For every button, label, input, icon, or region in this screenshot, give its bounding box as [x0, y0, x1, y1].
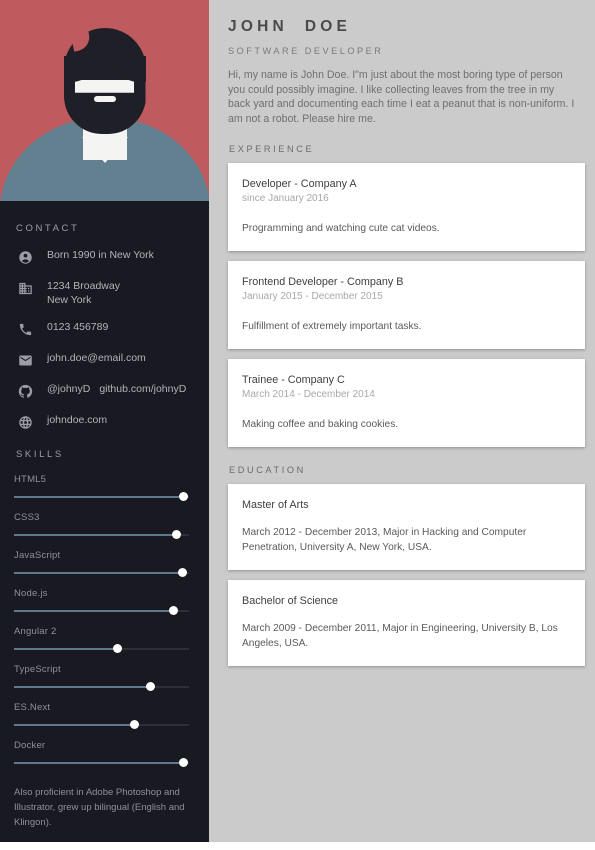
- contact-github-text: @johnyD github.com/johnyD: [47, 382, 186, 396]
- main-content: JOHN DOE SOFTWARE DEVELOPER Hi, my name …: [209, 0, 595, 842]
- globe-icon: [14, 413, 36, 431]
- contact-item-birth: Born 1990 in New York: [14, 248, 195, 266]
- sidebar: CONTACT Born 1990 in New York 1234 Broad…: [0, 0, 209, 842]
- avatar-bottom-strip: [0, 201, 209, 205]
- resume-page: CONTACT Born 1990 in New York 1234 Broad…: [0, 0, 595, 842]
- contact-item-website: johndoe.com: [14, 413, 195, 431]
- skill-item: Docker: [14, 740, 195, 767]
- skill-label: ES.Next: [14, 702, 51, 713]
- resume-card: Bachelor of Science March 2009 - December…: [228, 580, 585, 667]
- skill-slider[interactable]: [14, 720, 189, 729]
- sidebar-note: Also proficient in Adobe Photoshop and I…: [14, 787, 185, 828]
- skill-fill: [14, 534, 177, 536]
- building-icon: [14, 279, 36, 297]
- job-role: SOFTWARE DEVELOPER: [228, 46, 384, 56]
- avatar: [0, 0, 209, 205]
- skill-item: CSS3: [14, 512, 195, 539]
- skill-fill: [14, 686, 151, 688]
- contact-heading: CONTACT: [16, 223, 80, 234]
- skill-slider[interactable]: [14, 606, 189, 615]
- education-card-list: Master of Arts March 2012 - December 2013…: [228, 484, 585, 667]
- skill-slider[interactable]: [14, 492, 189, 501]
- experience-heading: EXPERIENCE: [229, 144, 315, 155]
- skill-slider[interactable]: [14, 644, 189, 653]
- skill-knob[interactable]: [130, 720, 140, 729]
- contact-list: Born 1990 in New York 1234 Broadway New …: [14, 248, 195, 431]
- card-title: Frontend Developer - Company B: [242, 276, 404, 289]
- skill-label: TypeScript: [14, 664, 61, 675]
- card-description: Programming and watching cute cat videos…: [242, 223, 440, 235]
- skill-label: CSS3: [14, 512, 40, 523]
- resume-card: Developer - Company A since January 2016 P…: [228, 163, 585, 252]
- skill-knob[interactable]: [179, 492, 189, 501]
- skill-label: Angular 2: [14, 626, 57, 637]
- skill-knob[interactable]: [177, 568, 187, 577]
- contact-item-github: @johnyD github.com/johnyD: [14, 382, 195, 400]
- skill-item: HTML5: [14, 474, 195, 501]
- skill-knob[interactable]: [146, 682, 155, 691]
- skill-knob[interactable]: [168, 606, 178, 615]
- card-description: Making coffee and baking cookies.: [242, 419, 399, 431]
- phone-icon: [14, 320, 36, 338]
- contact-email-text: john.doe@email.com: [47, 352, 146, 364]
- person-circle-icon: [14, 248, 36, 266]
- skill-item: Angular 2: [14, 626, 195, 653]
- skill-label: HTML5: [14, 474, 47, 485]
- skill-fill: [14, 610, 174, 612]
- card-title: Trainee - Company C: [242, 374, 345, 387]
- skill-slider[interactable]: [14, 758, 189, 767]
- contact-phone-text: 0123 456789: [47, 321, 109, 333]
- contact-address-text: 1234 Broadway New York: [47, 280, 120, 306]
- skill-fill: [14, 496, 184, 498]
- github-icon: [14, 382, 36, 400]
- skill-label: JavaScript: [14, 550, 61, 561]
- skill-label: Node.js: [14, 588, 48, 599]
- skill-fill: [14, 648, 118, 650]
- resume-card: Frontend Developer - Company B January 20…: [228, 261, 585, 350]
- card-title: Bachelor of Science: [242, 595, 339, 608]
- card-date: since January 2016: [242, 193, 329, 205]
- intro-paragraph: Hi, my name is John Doe. I"m just about …: [228, 69, 575, 125]
- card-description: March 2012 - December 2013, Major in Hac…: [242, 527, 527, 554]
- skill-label: Docker: [14, 740, 46, 751]
- avatar-collar-shape: [81, 137, 128, 163]
- skill-fill: [14, 762, 184, 764]
- envelope-icon: [14, 351, 36, 369]
- avatar-mouth-shape: [93, 96, 116, 102]
- skill-knob[interactable]: [112, 644, 122, 653]
- skill-item: Node.js: [14, 588, 195, 615]
- skill-item: ES.Next: [14, 702, 195, 729]
- github-url[interactable]: github.com/johnyD: [99, 382, 186, 396]
- skill-knob[interactable]: [179, 758, 189, 767]
- contact-item-phone: 0123 456789: [14, 320, 195, 338]
- card-description: Fulfillment of extremely important tasks…: [242, 321, 422, 333]
- skill-fill: [14, 572, 182, 574]
- skill-fill: [14, 724, 135, 726]
- contact-item-address: 1234 Broadway New York: [14, 279, 195, 307]
- experience-card-list: Developer - Company A since January 2016 P…: [228, 163, 585, 448]
- card-date: January 2015 - December 2015: [242, 291, 383, 303]
- skills-list: HTML5 CSS3 JavaScript Node.js Angular 2 TypeS…: [14, 474, 195, 767]
- skill-slider[interactable]: [14, 568, 189, 577]
- contact-item-email: john.doe@email.com: [14, 351, 195, 369]
- resume-card: Trainee - Company C March 2014 - December…: [228, 359, 585, 448]
- resume-card: Master of Arts March 2012 - December 2013…: [228, 484, 585, 571]
- skill-knob[interactable]: [172, 530, 182, 539]
- skill-slider[interactable]: [14, 530, 189, 539]
- card-date: March 2014 - December 2014: [242, 389, 375, 401]
- skill-slider[interactable]: [14, 682, 189, 691]
- github-handle: @johnyD: [47, 383, 91, 395]
- contact-website-text[interactable]: johndoe.com: [47, 413, 107, 427]
- skill-item: TypeScript: [14, 664, 195, 691]
- contact-birth-text: Born 1990 in New York: [47, 249, 154, 261]
- education-heading: EDUCATION: [229, 465, 306, 476]
- sidebar-body: CONTACT Born 1990 in New York 1234 Broad…: [0, 205, 209, 850]
- page-title: JOHN DOE: [228, 18, 352, 35]
- card-description: March 2009 - December 2011, Major in Eng…: [242, 623, 558, 650]
- card-title: Developer - Company A: [242, 178, 357, 191]
- skills-heading: SKILLS: [16, 449, 64, 460]
- card-title: Master of Arts: [242, 499, 309, 512]
- skill-item: JavaScript: [14, 550, 195, 577]
